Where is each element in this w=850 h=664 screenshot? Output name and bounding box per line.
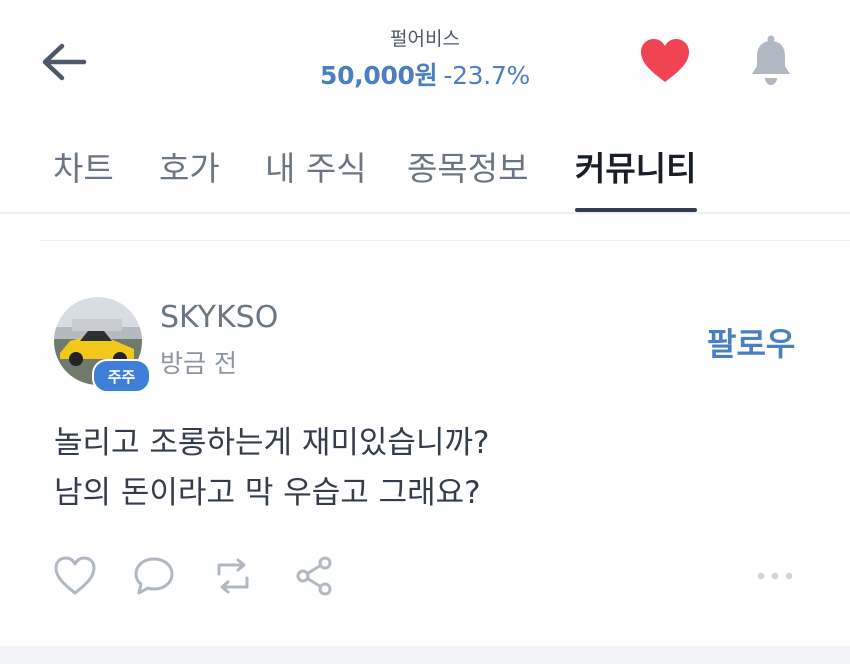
shareholder-badge: 주주 [92, 359, 151, 393]
comment-button[interactable] [131, 556, 177, 596]
tab-bar: 차트 호가 내 주식 종목정보 커뮤니티 [0, 130, 850, 214]
favorite-button[interactable] [637, 36, 693, 86]
heart-outline-icon [54, 556, 96, 595]
post-username[interactable]: SKYKSO [160, 300, 278, 335]
post-content: 놀리고 조롱하는게 재미있습니까? 남의 돈이라고 막 우습고 그래요? [54, 418, 814, 518]
repost-icon [217, 558, 249, 594]
speech-bubble-icon [134, 557, 174, 595]
tab-community[interactable]: 커뮤니티 [575, 142, 696, 190]
post-line: 놀리고 조롱하는게 재미있습니까? [54, 425, 490, 461]
bottom-separator [0, 646, 850, 664]
post-line: 남의 돈이라고 막 우습고 그래요? [54, 475, 481, 511]
tab-orderbook[interactable]: 호가 [159, 142, 220, 190]
tab-my-stock[interactable]: 내 주식 [265, 142, 367, 190]
more-dots-icon [757, 572, 793, 580]
price-value: 50,000원 [319, 61, 438, 90]
heart-icon [641, 39, 689, 82]
price-change: -23.7% [443, 61, 530, 90]
share-icon [296, 556, 332, 596]
more-options-button[interactable] [750, 562, 800, 590]
stock-price: 50,000원 -23.7% [0, 56, 850, 92]
repost-button[interactable] [210, 556, 256, 596]
bell-icon [752, 35, 790, 85]
stock-name: 펄어비스 [390, 28, 460, 50]
follow-button[interactable]: 팔로우 [707, 319, 795, 365]
section-divider [40, 240, 850, 241]
post-actions [0, 548, 850, 604]
notification-button[interactable] [745, 32, 797, 88]
active-tab-indicator [575, 208, 697, 212]
share-button[interactable] [292, 556, 338, 596]
tab-stock-info[interactable]: 종목정보 [407, 142, 528, 190]
like-button[interactable] [52, 556, 98, 596]
tab-chart[interactable]: 차트 [53, 142, 114, 190]
post-time: 방금 전 [160, 349, 237, 378]
top-bar: 펄어비스 50,000원 -23.7% [0, 0, 850, 120]
